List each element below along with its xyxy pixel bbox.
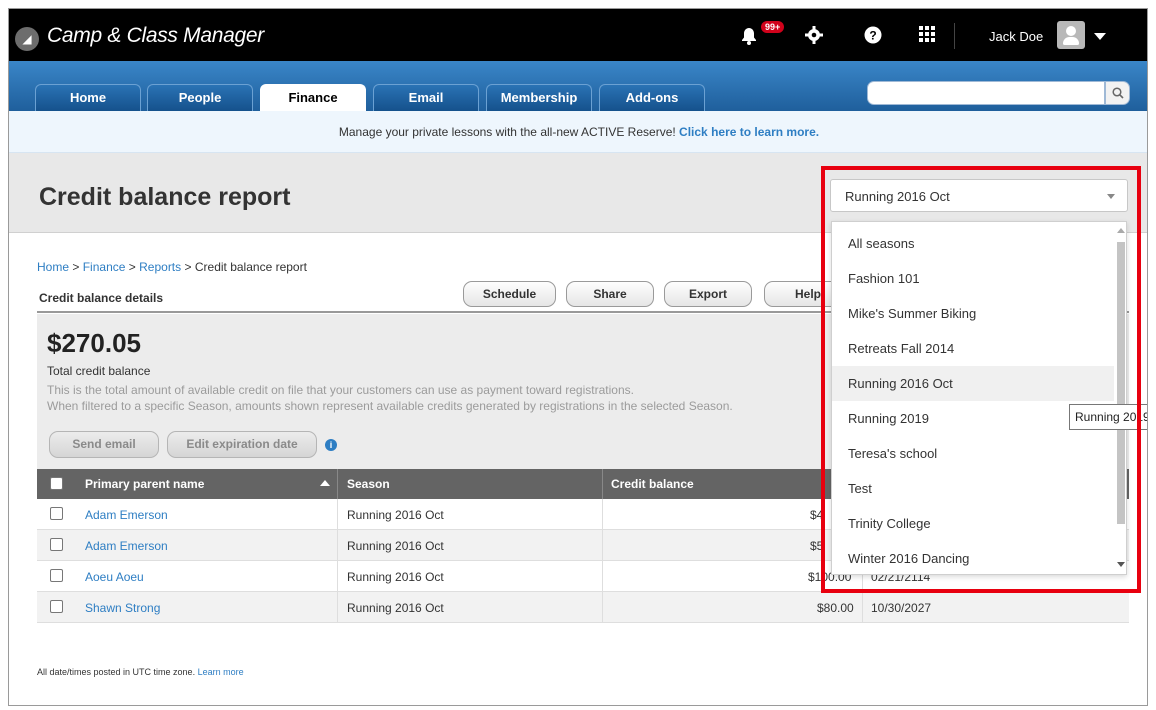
season-option[interactable]: Test [832, 471, 1114, 506]
season-option[interactable]: Retreats Fall 2014 [832, 331, 1114, 366]
banner-link[interactable]: Click here to learn more. [679, 125, 819, 139]
credit-cell: $4 [810, 508, 824, 522]
parent-name-link[interactable]: Shawn Strong [85, 601, 160, 615]
user-name[interactable]: Jack Doe [989, 29, 1043, 44]
breadcrumb-sep: > [128, 260, 136, 274]
breadcrumb-sep: > [184, 260, 192, 274]
parent-name-link[interactable]: Adam Emerson [85, 508, 168, 522]
row-checkbox[interactable] [50, 507, 63, 520]
share-button[interactable]: Share [566, 281, 654, 307]
breadcrumb-sep: > [72, 260, 80, 274]
row-checkbox[interactable] [50, 569, 63, 582]
select-all-checkbox[interactable] [50, 477, 63, 490]
help-icon[interactable]: ? [864, 26, 882, 49]
cell-divider [602, 499, 603, 530]
breadcrumb: Home > Finance > Reports > Credit balanc… [37, 260, 307, 274]
avatar[interactable] [1057, 21, 1085, 49]
season-option-highlighted[interactable]: Running 2016 Oct [832, 366, 1114, 401]
col-season[interactable]: Season [347, 477, 390, 491]
top-bar: ◢ Camp & Class Manager 99+ ? Jack Doe [9, 9, 1147, 61]
search-input[interactable] [867, 81, 1105, 105]
page-title: Credit balance report [39, 183, 291, 211]
parent-name-link[interactable]: Adam Emerson [85, 539, 168, 553]
breadcrumb-home[interactable]: Home [37, 260, 69, 274]
tab-add-ons[interactable]: Add-ons [599, 84, 705, 111]
footer-note: All date/times posted in UTC time zone. … [37, 667, 244, 677]
banner-text: Manage your private lessons with the all… [338, 125, 676, 139]
total-label: Total credit balance [47, 364, 151, 378]
season-option[interactable]: Trinity College [832, 506, 1114, 541]
season-dropdown-list: All seasons Fashion 101 Mike's Summer Bi… [831, 221, 1127, 575]
cell-divider [337, 561, 338, 592]
cell-divider [337, 499, 338, 530]
send-email-button[interactable]: Send email [49, 431, 159, 458]
season-option[interactable]: Teresa's school [832, 436, 1114, 471]
option-tooltip: Running 2019 [1069, 404, 1147, 430]
promo-banner: Manage your private lessons with the all… [9, 111, 1147, 153]
sort-up-icon[interactable] [320, 480, 330, 486]
export-button[interactable]: Export [664, 281, 752, 307]
schedule-button[interactable]: Schedule [463, 281, 556, 307]
logo-icon: ◢ [15, 27, 39, 51]
search-icon[interactable] [1105, 81, 1130, 105]
cell-divider [602, 592, 603, 623]
scrollbar-thumb[interactable] [1117, 242, 1125, 524]
season-select[interactable]: Running 2016 Oct [830, 179, 1128, 212]
season-cell: Running 2016 Oct [347, 601, 444, 615]
tab-email[interactable]: Email [373, 84, 479, 111]
breadcrumb-reports[interactable]: Reports [139, 260, 181, 274]
row-checkbox[interactable] [50, 600, 63, 613]
main-nav: Home People Finance Email Membership Add… [9, 61, 1147, 111]
season-cell: Running 2016 Oct [347, 570, 444, 584]
app-title: Camp & Class Manager [47, 24, 264, 47]
season-select-value: Running 2016 Oct [845, 189, 950, 204]
chevron-down-icon[interactable] [1094, 33, 1106, 40]
info-icon[interactable]: i [325, 439, 337, 451]
edit-expiration-button[interactable]: Edit expiration date [167, 431, 317, 458]
learn-more-link[interactable]: Learn more [198, 667, 244, 677]
cell-divider [602, 530, 603, 561]
table-row: Shawn Strong Running 2016 Oct $80.00 10/… [37, 592, 1129, 623]
notification-badge: 99+ [761, 21, 785, 33]
breadcrumb-finance[interactable]: Finance [83, 260, 126, 274]
caret-down-icon [1107, 194, 1115, 199]
cell-divider [862, 592, 863, 623]
section-label: Credit balance details [39, 291, 164, 305]
total-amount: $270.05 [47, 328, 141, 358]
parent-name-link[interactable]: Aoeu Aoeu [85, 570, 144, 584]
cell-divider [602, 561, 603, 592]
season-cell: Running 2016 Oct [347, 539, 444, 553]
bell-icon[interactable] [739, 26, 759, 51]
season-option[interactable]: All seasons [832, 226, 1114, 261]
top-divider [954, 23, 955, 49]
expiration-cell: 10/30/2027 [871, 601, 932, 615]
col-primary-parent[interactable]: Primary parent name [85, 477, 204, 491]
season-option[interactable]: Fashion 101 [832, 261, 1114, 296]
season-cell: Running 2016 Oct [347, 508, 444, 522]
svg-text:?: ? [869, 29, 876, 43]
col-divider [602, 469, 603, 499]
breadcrumb-current: Credit balance report [194, 260, 307, 274]
gear-icon[interactable] [805, 26, 823, 49]
col-divider [337, 469, 338, 499]
apps-grid-icon[interactable] [919, 26, 935, 47]
scroll-up-icon[interactable] [1117, 228, 1125, 233]
credit-cell: $5 [810, 539, 824, 553]
cell-divider [337, 592, 338, 623]
tab-membership[interactable]: Membership [486, 84, 592, 111]
cell-divider [337, 530, 338, 561]
scroll-down-icon[interactable] [1117, 562, 1125, 567]
tab-finance[interactable]: Finance [260, 84, 366, 111]
tab-home[interactable]: Home [35, 84, 141, 111]
season-option[interactable]: Winter 2016 Dancing [832, 541, 1114, 574]
tab-people[interactable]: People [147, 84, 253, 111]
credit-cell: $80.00 [817, 601, 854, 615]
col-credit-balance[interactable]: Credit balance [611, 477, 694, 491]
app-window: ◢ Camp & Class Manager 99+ ? Jack Doe Ho… [8, 8, 1148, 706]
row-checkbox[interactable] [50, 538, 63, 551]
season-option[interactable]: Mike's Summer Biking [832, 296, 1114, 331]
footer-text: All date/times posted in UTC time zone. [37, 667, 196, 677]
